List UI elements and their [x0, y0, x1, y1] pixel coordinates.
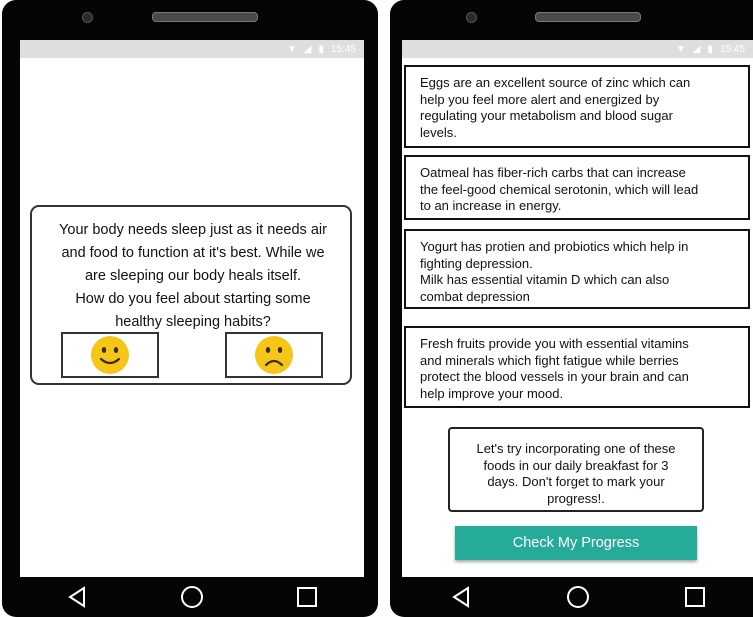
card-line: Oatmeal has fiber-rich carbs that can in…: [420, 165, 686, 180]
cta-line: foods in our daily breakfast for 3: [483, 457, 669, 473]
food-card-eggs: Eggs are an excellent source of zinc whi…: [404, 65, 750, 148]
front-camera: [82, 12, 93, 23]
home-button[interactable]: [172, 577, 212, 617]
smiling-face-icon: [91, 336, 129, 374]
back-button[interactable]: [57, 577, 97, 617]
card-line: regulating your metabolism and blood sug…: [420, 108, 673, 123]
food-card-yogurt-milk: Yogurt has protien and probiotics which …: [404, 229, 750, 309]
battery-icon: ▮: [707, 43, 713, 55]
cta-line: Let's try incorporating one of these: [476, 441, 676, 456]
card-line: levels.: [420, 124, 457, 140]
card-line: help improve your mood.: [420, 385, 564, 401]
recents-button[interactable]: [287, 577, 327, 617]
status-bar: ▼ ◢ ▮ 15:45: [402, 40, 753, 58]
prompt-line: Your body needs sleep just as it needs a…: [59, 222, 327, 238]
prompt-line: How do you feel about starting some: [75, 291, 311, 307]
recents-square-icon: [684, 587, 705, 607]
app-screen-right: Eggs are an excellent source of zinc whi…: [402, 58, 753, 577]
wifi-icon: ▼: [675, 43, 686, 55]
navigation-bar: [402, 577, 753, 617]
status-time: 15:45: [719, 43, 745, 55]
card-line: and minerals which fight fatigue while b…: [420, 352, 679, 368]
cta-line: days. Don't forget to mark your: [487, 474, 665, 489]
food-card-fruits: Fresh fruits provide you with essential …: [404, 326, 750, 408]
prompt-line: and food to function at it's best. While…: [61, 245, 325, 261]
back-triangle-icon: [451, 586, 469, 608]
card-line: protect the blood vessels in your brain …: [420, 369, 689, 384]
navigation-bar: [20, 577, 364, 617]
food-card-oatmeal: Oatmeal has fiber-rich carbs that can in…: [404, 155, 750, 220]
card-line: fighting depression.: [420, 255, 533, 271]
prompt-line: healthy sleeping habits?: [115, 314, 271, 330]
home-circle-icon: [566, 586, 589, 608]
front-camera: [466, 12, 477, 23]
card-line: combat depression: [420, 288, 530, 304]
card-line: Milk has essential vitamin D which can a…: [420, 272, 670, 287]
recents-button[interactable]: [675, 577, 715, 617]
earpiece-speaker: [535, 12, 641, 22]
check-progress-button[interactable]: Check My Progress: [455, 526, 697, 560]
signal-icon: ◢: [692, 43, 701, 55]
sleep-prompt-text: Your body needs sleep just as it needs a…: [40, 219, 346, 334]
wifi-icon: ▼: [286, 43, 297, 55]
card-line: help you feel more alert and energized b…: [420, 91, 660, 107]
home-button[interactable]: [558, 577, 598, 617]
earpiece-speaker: [152, 12, 258, 22]
prompt-line: are sleeping our body heals itself.: [84, 268, 302, 284]
cta-line: progress!.: [547, 490, 605, 506]
signal-icon: ◢: [303, 43, 312, 55]
card-line: Yogurt has protien and probiotics which …: [420, 239, 689, 254]
sad-mood-button[interactable]: [225, 332, 323, 378]
frowning-face-icon: [255, 336, 293, 374]
back-triangle-icon: [68, 586, 86, 608]
card-line: Eggs are an excellent source of zinc whi…: [420, 75, 691, 90]
status-time: 15:45: [330, 43, 356, 55]
battery-icon: ▮: [318, 43, 324, 55]
home-circle-icon: [180, 586, 203, 608]
breakfast-challenge-card: Let's try incorporating one of these foo…: [448, 427, 704, 512]
sleep-prompt-card: Your body needs sleep just as it needs a…: [30, 205, 352, 385]
card-line: the feel-good chemical serotonin, which …: [420, 181, 699, 197]
happy-mood-button[interactable]: [61, 332, 159, 378]
card-line: to an increase in energy.: [420, 198, 562, 213]
app-screen-left: Your body needs sleep just as it needs a…: [20, 58, 364, 577]
card-line: Fresh fruits provide you with essential …: [420, 336, 689, 351]
phone-frame-left: ▼ ◢ ▮ 15:45 Your body needs sleep just a…: [2, 0, 378, 617]
recents-square-icon: [296, 587, 317, 607]
phone-frame-right: ▼ ◢ ▮ 15:45 Eggs are an excellent source…: [390, 0, 753, 617]
status-bar: ▼ ◢ ▮ 15:45: [20, 40, 364, 58]
back-button[interactable]: [441, 577, 481, 617]
